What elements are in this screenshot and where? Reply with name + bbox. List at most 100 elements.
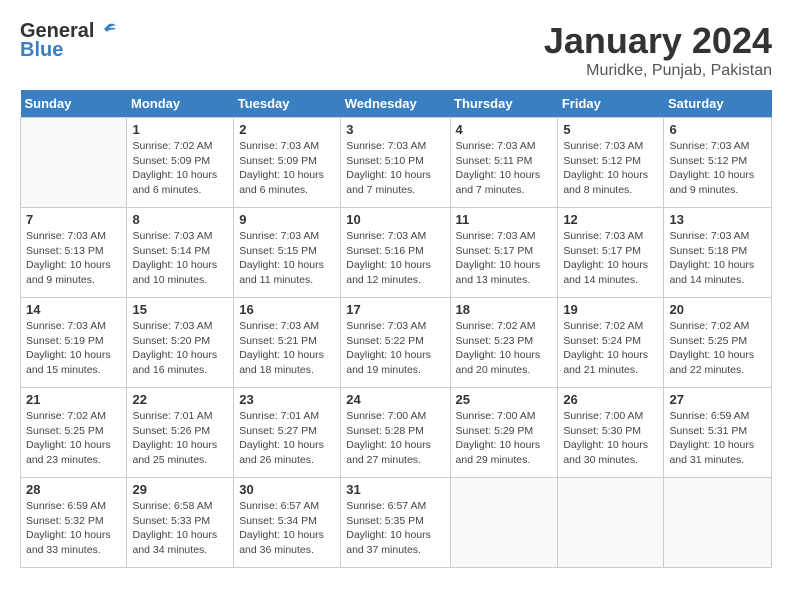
day-number: 19 [563,302,658,317]
location-subtitle: Muridke, Punjab, Pakistan [544,62,772,80]
calendar-week-row: 21Sunrise: 7:02 AMSunset: 5:25 PMDayligh… [21,388,772,478]
day-number: 26 [563,392,658,407]
header: General Blue January 2024 Muridke, Punja… [20,20,772,80]
calendar-cell: 7 Sunrise: 7:03 AMSunset: 5:13 PMDaylight… [21,208,127,298]
day-info: Sunrise: 7:02 AMSunset: 5:25 PMDaylight:… [26,409,121,468]
day-info: Sunrise: 7:03 AMSunset: 5:10 PMDaylight:… [346,139,444,198]
day-number: 5 [563,122,658,137]
calendar-cell: 1 Sunrise: 7:02 AMSunset: 5:09 PMDaylight… [127,118,234,208]
day-info: Sunrise: 7:03 AMSunset: 5:16 PMDaylight:… [346,229,444,288]
calendar-cell: 24 Sunrise: 7:00 AMSunset: 5:28 PMDayligh… [341,388,450,478]
col-saturday: Saturday [664,90,772,118]
calendar-cell [664,478,772,568]
day-number: 15 [132,302,228,317]
calendar-cell: 16Sunrise: 7:03 AMSunset: 5:21 PMDayligh… [234,298,341,388]
day-info: Sunrise: 7:00 AMSunset: 5:28 PMDaylight:… [346,409,444,468]
day-number: 27 [669,392,766,407]
calendar-cell: 18 Sunrise: 7:02 AMSunset: 5:23 PMDayligh… [450,298,558,388]
day-number: 30 [239,482,335,497]
day-info: Sunrise: 7:03 AMSunset: 5:14 PMDaylight:… [132,229,228,288]
calendar-cell: 9Sunrise: 7:03 AMSunset: 5:15 PMDaylight… [234,208,341,298]
col-wednesday: Wednesday [341,90,450,118]
calendar-cell: 31 Sunrise: 6:57 AMSunset: 5:35 PMDayligh… [341,478,450,568]
day-info: Sunrise: 7:00 AMSunset: 5:29 PMDaylight:… [456,409,553,468]
calendar-header-row: Sunday Monday Tuesday Wednesday Thursday… [21,90,772,118]
day-info: Sunrise: 6:59 AMSunset: 5:31 PMDaylight:… [669,409,766,468]
col-thursday: Thursday [450,90,558,118]
day-info: Sunrise: 7:00 AMSunset: 5:30 PMDaylight:… [563,409,658,468]
day-number: 9 [239,212,335,227]
day-number: 24 [346,392,444,407]
day-info: Sunrise: 6:57 AMSunset: 5:35 PMDaylight:… [346,499,444,558]
day-number: 13 [669,212,766,227]
month-year-title: January 2024 [544,20,772,62]
day-number: 10 [346,212,444,227]
day-info: Sunrise: 7:02 AMSunset: 5:25 PMDaylight:… [669,319,766,378]
day-number: 18 [456,302,553,317]
col-sunday: Sunday [21,90,127,118]
logo: General Blue [20,20,118,62]
title-section: January 2024 Muridke, Punjab, Pakistan [544,20,772,80]
calendar-cell: 15 Sunrise: 7:03 AMSunset: 5:20 PMDayligh… [127,298,234,388]
day-number: 28 [26,482,121,497]
day-info: Sunrise: 7:03 AMSunset: 5:20 PMDaylight:… [132,319,228,378]
day-number: 25 [456,392,553,407]
day-info: Sunrise: 7:03 AMSunset: 5:17 PMDaylight:… [563,229,658,288]
calendar-cell: 21Sunrise: 7:02 AMSunset: 5:25 PMDayligh… [21,388,127,478]
calendar-cell: 25 Sunrise: 7:00 AMSunset: 5:29 PMDayligh… [450,388,558,478]
day-number: 12 [563,212,658,227]
calendar-week-row: 28 Sunrise: 6:59 AMSunset: 5:32 PMDayligh… [21,478,772,568]
calendar-cell: 8Sunrise: 7:03 AMSunset: 5:14 PMDaylight… [127,208,234,298]
logo-blue-text: Blue [20,39,63,62]
day-info: Sunrise: 7:03 AMSunset: 5:19 PMDaylight:… [26,319,121,378]
calendar-cell: 23Sunrise: 7:01 AMSunset: 5:27 PMDayligh… [234,388,341,478]
col-monday: Monday [127,90,234,118]
calendar-cell: 4 Sunrise: 7:03 AMSunset: 5:11 PMDaylight… [450,118,558,208]
day-info: Sunrise: 7:03 AMSunset: 5:21 PMDaylight:… [239,319,335,378]
calendar-cell: 11 Sunrise: 7:03 AMSunset: 5:17 PMDayligh… [450,208,558,298]
day-info: Sunrise: 6:58 AMSunset: 5:33 PMDaylight:… [132,499,228,558]
day-info: Sunrise: 7:02 AMSunset: 5:23 PMDaylight:… [456,319,553,378]
day-info: Sunrise: 7:01 AMSunset: 5:26 PMDaylight:… [132,409,228,468]
day-number: 31 [346,482,444,497]
day-number: 20 [669,302,766,317]
day-number: 1 [132,122,228,137]
day-info: Sunrise: 7:03 AMSunset: 5:09 PMDaylight:… [239,139,335,198]
day-info: Sunrise: 7:03 AMSunset: 5:18 PMDaylight:… [669,229,766,288]
calendar-cell: 22 Sunrise: 7:01 AMSunset: 5:26 PMDayligh… [127,388,234,478]
day-info: Sunrise: 7:03 AMSunset: 5:13 PMDaylight:… [26,229,121,288]
day-info: Sunrise: 7:03 AMSunset: 5:12 PMDaylight:… [563,139,658,198]
calendar-cell: 12 Sunrise: 7:03 AMSunset: 5:17 PMDayligh… [558,208,664,298]
calendar-week-row: 7 Sunrise: 7:03 AMSunset: 5:13 PMDaylight… [21,208,772,298]
calendar-cell [450,478,558,568]
calendar-cell: 5 Sunrise: 7:03 AMSunset: 5:12 PMDaylight… [558,118,664,208]
day-number: 17 [346,302,444,317]
calendar-cell: 2Sunrise: 7:03 AMSunset: 5:09 PMDaylight… [234,118,341,208]
day-number: 4 [456,122,553,137]
day-number: 11 [456,212,553,227]
day-number: 29 [132,482,228,497]
day-info: Sunrise: 7:03 AMSunset: 5:11 PMDaylight:… [456,139,553,198]
calendar-cell: 3 Sunrise: 7:03 AMSunset: 5:10 PMDaylight… [341,118,450,208]
day-number: 6 [669,122,766,137]
calendar-cell: 19 Sunrise: 7:02 AMSunset: 5:24 PMDayligh… [558,298,664,388]
calendar-cell: 6 Sunrise: 7:03 AMSunset: 5:12 PMDaylight… [664,118,772,208]
day-info: Sunrise: 7:02 AMSunset: 5:24 PMDaylight:… [563,319,658,378]
day-info: Sunrise: 7:03 AMSunset: 5:12 PMDaylight:… [669,139,766,198]
day-number: 14 [26,302,121,317]
day-info: Sunrise: 7:03 AMSunset: 5:22 PMDaylight:… [346,319,444,378]
day-number: 3 [346,122,444,137]
day-info: Sunrise: 7:01 AMSunset: 5:27 PMDaylight:… [239,409,335,468]
calendar-cell: 13 Sunrise: 7:03 AMSunset: 5:18 PMDayligh… [664,208,772,298]
calendar-week-row: 14 Sunrise: 7:03 AMSunset: 5:19 PMDayligh… [21,298,772,388]
day-info: Sunrise: 6:59 AMSunset: 5:32 PMDaylight:… [26,499,121,558]
calendar-cell: 10 Sunrise: 7:03 AMSunset: 5:16 PMDayligh… [341,208,450,298]
day-info: Sunrise: 7:02 AMSunset: 5:09 PMDaylight:… [132,139,228,198]
calendar-cell: 29 Sunrise: 6:58 AMSunset: 5:33 PMDayligh… [127,478,234,568]
calendar-cell: 27 Sunrise: 6:59 AMSunset: 5:31 PMDayligh… [664,388,772,478]
calendar-cell: 28 Sunrise: 6:59 AMSunset: 5:32 PMDayligh… [21,478,127,568]
day-number: 22 [132,392,228,407]
day-number: 7 [26,212,121,227]
day-info: Sunrise: 7:03 AMSunset: 5:17 PMDaylight:… [456,229,553,288]
calendar-week-row: 1 Sunrise: 7:02 AMSunset: 5:09 PMDaylight… [21,118,772,208]
